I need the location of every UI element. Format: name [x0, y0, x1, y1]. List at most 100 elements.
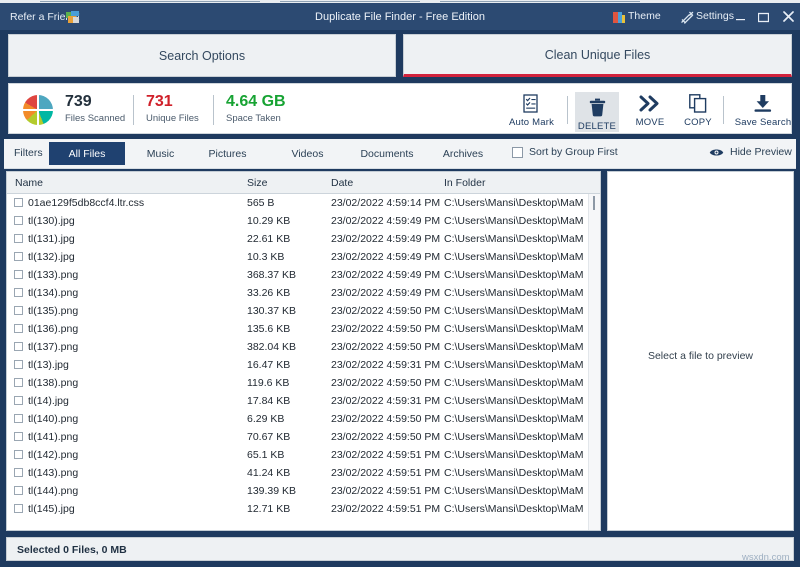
row-checkbox[interactable]: [14, 486, 23, 495]
tab-clean-unique-files[interactable]: Clean Unique Files: [403, 34, 792, 77]
row-checkbox[interactable]: [14, 414, 23, 423]
stats-bar: 739 Files Scanned 731 Unique Files 4.64 …: [8, 83, 792, 134]
maximize-button[interactable]: [758, 12, 769, 26]
row-checkbox[interactable]: [14, 216, 23, 225]
row-checkbox[interactable]: [14, 450, 23, 459]
table-row[interactable]: tl(143).png 41.24 KB 23/02/2022 4:59:51 …: [7, 464, 600, 482]
table-row[interactable]: tl(13).jpg 16.47 KB 23/02/2022 4:59:31 P…: [7, 356, 600, 374]
table-row[interactable]: tl(138).png 119.6 KB 23/02/2022 4:59:50 …: [7, 374, 600, 392]
filter-tab-videos[interactable]: Videos: [281, 142, 334, 165]
table-row[interactable]: tl(132).jpg 10.3 KB 23/02/2022 4:59:49 P…: [7, 248, 600, 266]
scrollbar-thumb[interactable]: [593, 196, 595, 210]
row-checkbox[interactable]: [14, 378, 23, 387]
delete-button[interactable]: DELETE: [575, 92, 619, 132]
table-row[interactable]: tl(142).png 65.1 KB 23/02/2022 4:59:51 P…: [7, 446, 600, 464]
filter-tab-archives-label: Archives: [443, 148, 483, 160]
table-row[interactable]: tl(131).jpg 22.61 KB 23/02/2022 4:59:49 …: [7, 230, 600, 248]
table-row[interactable]: tl(136).png 135.6 KB 23/02/2022 4:59:50 …: [7, 320, 600, 338]
row-checkbox[interactable]: [14, 468, 23, 477]
filter-tab-pictures-label: Pictures: [209, 148, 247, 160]
stats-divider: [133, 95, 134, 125]
file-list-panel: Name Size Date In Folder 01ae129f5db8ccf…: [6, 171, 601, 531]
pie-chart-icon: [23, 95, 53, 125]
cell-name: tl(142).png: [28, 449, 78, 461]
column-header-size[interactable]: Size: [247, 177, 267, 189]
hide-preview-button[interactable]: Hide Preview: [709, 146, 792, 158]
cell-in-folder: C:\Users\Mansi\Desktop\MaM: [444, 395, 583, 407]
cell-size: 119.6 KB: [247, 377, 289, 389]
row-checkbox[interactable]: [14, 288, 23, 297]
table-row[interactable]: tl(145).jpg 12.71 KB 23/02/2022 4:59:51 …: [7, 500, 600, 518]
minimize-button[interactable]: [735, 12, 746, 26]
table-row[interactable]: tl(140).png 6.29 KB 23/02/2022 4:59:50 P…: [7, 410, 600, 428]
cell-in-folder: C:\Users\Mansi\Desktop\MaM: [444, 287, 583, 299]
row-checkbox[interactable]: [14, 306, 23, 315]
row-checkbox[interactable]: [14, 432, 23, 441]
filter-tab-videos-label: Videos: [292, 148, 324, 160]
table-row[interactable]: tl(133).png 368.37 KB 23/02/2022 4:59:49…: [7, 266, 600, 284]
stat-unique-files-value: 731: [146, 93, 199, 111]
filter-tab-documents[interactable]: Documents: [350, 142, 424, 165]
cell-name: tl(145).jpg: [28, 503, 75, 515]
table-row[interactable]: tl(135).png 130.37 KB 23/02/2022 4:59:50…: [7, 302, 600, 320]
move-label: MOVE: [629, 117, 671, 128]
cell-date: 23/02/2022 4:59:51 PM: [331, 467, 440, 479]
theme-icon[interactable]: [613, 12, 625, 23]
cell-size: 10.3 KB: [247, 251, 284, 263]
cell-name: tl(136).png: [28, 323, 78, 335]
row-checkbox[interactable]: [14, 324, 23, 333]
column-header-date[interactable]: Date: [331, 177, 353, 189]
cell-size: 368.37 KB: [247, 269, 296, 281]
copy-label: COPY: [678, 117, 718, 128]
table-row[interactable]: tl(137).png 382.04 KB 23/02/2022 4:59:50…: [7, 338, 600, 356]
auto-mark-button[interactable]: Auto Mark: [504, 92, 559, 128]
double-chevron-right-icon: [629, 92, 671, 114]
cell-size: 65.1 KB: [247, 449, 284, 461]
filter-tab-archives[interactable]: Archives: [436, 142, 490, 165]
row-checkbox[interactable]: [14, 360, 23, 369]
theme-button[interactable]: Theme: [628, 10, 661, 22]
cell-in-folder: C:\Users\Mansi\Desktop\MaM: [444, 377, 583, 389]
checkbox-box[interactable]: [512, 147, 523, 158]
cell-in-folder: C:\Users\Mansi\Desktop\MaM: [444, 467, 583, 479]
stat-files-scanned-value: 739: [65, 93, 125, 111]
row-checkbox[interactable]: [14, 504, 23, 513]
table-row[interactable]: 01ae129f5db8ccf4.ltr.css 565 B 23/02/202…: [7, 194, 600, 212]
table-row[interactable]: tl(144).png 139.39 KB 23/02/2022 4:59:51…: [7, 482, 600, 500]
cell-name: tl(141).png: [28, 431, 78, 443]
filter-tab-pictures[interactable]: Pictures: [196, 142, 259, 165]
cell-date: 23/02/2022 4:59:50 PM: [331, 413, 440, 425]
save-search-button[interactable]: Save Search: [729, 92, 797, 128]
tab-search-options[interactable]: Search Options: [8, 34, 396, 77]
cell-size: 22.61 KB: [247, 233, 290, 245]
filter-tab-all-files[interactable]: All Files: [49, 142, 125, 165]
cell-date: 23/02/2022 4:59:31 PM: [331, 359, 440, 371]
gear-icon[interactable]: [681, 11, 694, 24]
column-header-name[interactable]: Name: [15, 177, 43, 189]
cell-size: 130.37 KB: [247, 305, 296, 317]
column-header-in-folder[interactable]: In Folder: [444, 177, 485, 189]
close-button[interactable]: [783, 11, 794, 24]
row-checkbox[interactable]: [14, 270, 23, 279]
cell-size: 6.29 KB: [247, 413, 284, 425]
row-checkbox[interactable]: [14, 252, 23, 261]
stats-divider: [213, 95, 214, 125]
row-checkbox[interactable]: [14, 342, 23, 351]
table-row[interactable]: tl(141).png 70.67 KB 23/02/2022 4:59:50 …: [7, 428, 600, 446]
copy-icon: [678, 92, 718, 114]
copy-button[interactable]: COPY: [678, 92, 718, 128]
row-checkbox[interactable]: [14, 396, 23, 405]
filter-tab-music[interactable]: Music: [133, 142, 188, 165]
sort-by-group-first-checkbox[interactable]: Sort by Group First: [512, 146, 618, 158]
table-row[interactable]: tl(14).jpg 17.84 KB 23/02/2022 4:59:31 P…: [7, 392, 600, 410]
table-row[interactable]: tl(134).png 33.26 KB 23/02/2022 4:59:49 …: [7, 284, 600, 302]
preview-placeholder: Select a file to preview: [608, 350, 793, 362]
row-checkbox[interactable]: [14, 234, 23, 243]
table-row[interactable]: tl(130).jpg 10.29 KB 23/02/2022 4:59:49 …: [7, 212, 600, 230]
cell-date: 23/02/2022 4:59:14 PM: [331, 197, 440, 209]
settings-button[interactable]: Settings: [696, 10, 734, 22]
save-search-label: Save Search: [729, 117, 797, 128]
file-list-scrollbar[interactable]: [588, 194, 600, 530]
row-checkbox[interactable]: [14, 198, 23, 207]
move-button[interactable]: MOVE: [629, 92, 671, 128]
